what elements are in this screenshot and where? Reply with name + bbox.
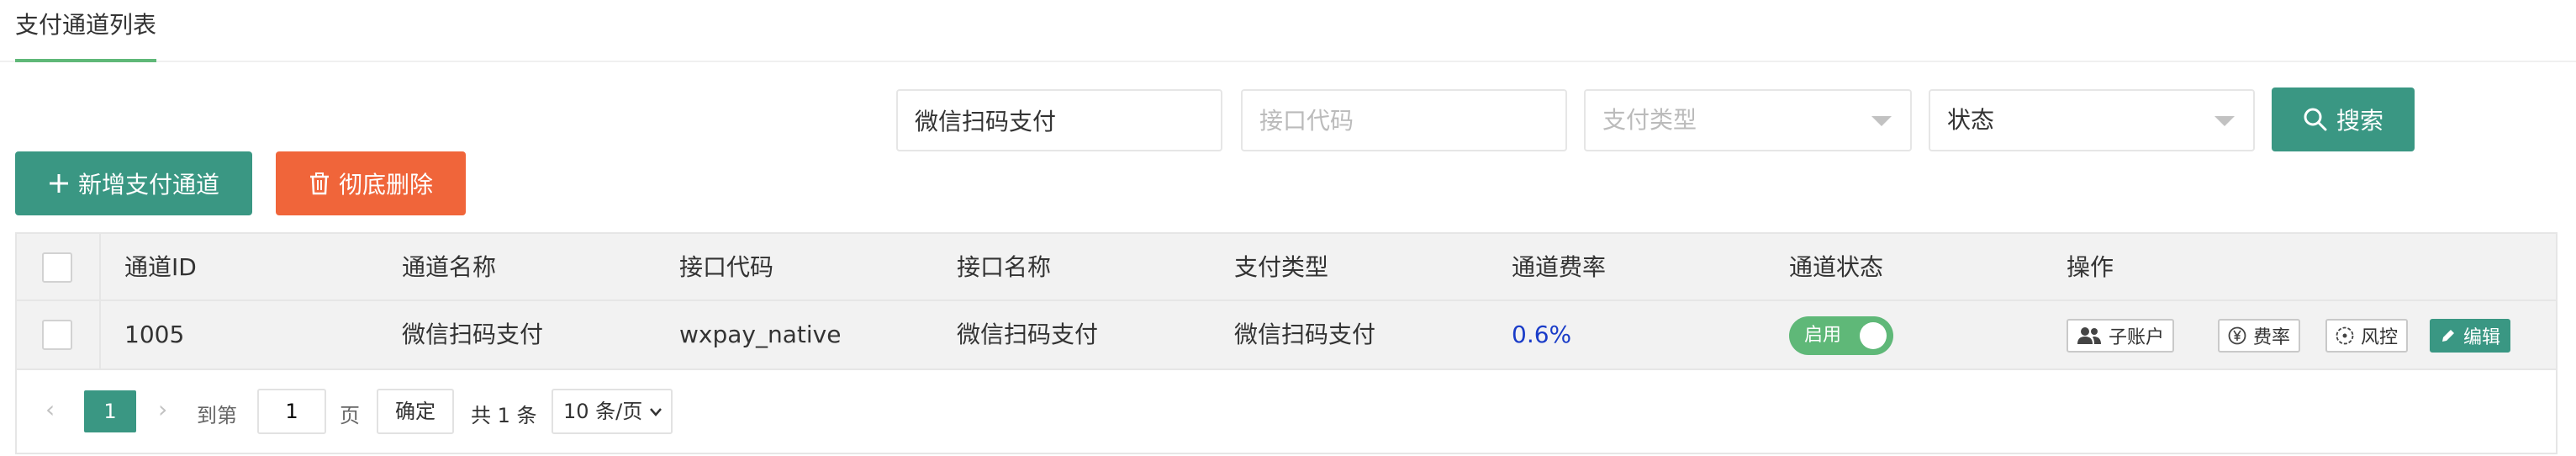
active-tab-indicator [15, 59, 156, 62]
risk-control-button[interactable]: 风控 [2325, 319, 2409, 353]
status-select-value: 状态 [1947, 106, 1995, 134]
page-unit: 页 [340, 404, 360, 427]
column-header-name: 通道名称 [402, 253, 497, 281]
cell-rate: 0.6% [1512, 321, 1572, 348]
page-tabs: 支付通道列表 [0, 0, 2576, 62]
column-header-status: 通道状态 [1789, 253, 1884, 281]
status-select[interactable]: 状态 [1929, 89, 2255, 151]
edit-label: 编辑 [2463, 327, 2501, 348]
channel-name-input[interactable] [915, 91, 1204, 150]
risk-control-label: 风控 [2361, 327, 2399, 348]
fee-label: 费率 [2253, 327, 2291, 348]
toggle-knob [1860, 322, 1887, 349]
total-count: 共 1 条 [471, 404, 537, 427]
column-header-rate: 通道费率 [1512, 253, 1607, 281]
edit-button[interactable]: 编辑 [2430, 319, 2511, 353]
search-icon [2304, 108, 2327, 131]
add-channel-label: 新增支付通道 [77, 171, 219, 199]
add-channel-button[interactable]: 新增支付通道 [15, 151, 252, 215]
channel-name-field[interactable] [896, 89, 1222, 151]
goto-label: 到第 [197, 404, 237, 427]
sub-account-label: 子账户 [2109, 327, 2165, 348]
chevron-down-icon [650, 408, 662, 416]
sub-account-button[interactable]: 子账户 [2067, 319, 2175, 353]
confirm-label: 确定 [395, 400, 435, 423]
search-button-label: 搜索 [2336, 107, 2383, 135]
select-all-checkbox[interactable] [42, 252, 72, 283]
page-tab-title[interactable]: 支付通道列表 [15, 0, 156, 62]
page-size-select[interactable]: 10 条/页 [552, 389, 673, 434]
interface-code-field[interactable] [1241, 89, 1567, 151]
delete-label: 彻底删除 [338, 171, 433, 199]
table-header: 通道ID 通道名称 接口代码 接口名称 支付类型 通道费率 通道状态 操作 [17, 234, 2556, 301]
fee-button[interactable]: 费率 [2218, 319, 2301, 353]
status-toggle[interactable]: 启用 [1789, 316, 1893, 355]
yen-icon [2228, 326, 2246, 345]
cell-name: 微信扫码支付 [402, 321, 544, 348]
chevron-down-icon [1871, 116, 1892, 126]
pagination: ‹ 1 › 到第 页 确定 共 1 条 10 条/页 [15, 370, 2558, 454]
goto-page-input[interactable] [267, 390, 316, 432]
row-checkbox[interactable] [42, 320, 72, 350]
column-header-pay-type: 支付类型 [1234, 253, 1329, 281]
trash-icon [309, 172, 329, 195]
column-header-iface-name: 接口名称 [957, 253, 1052, 281]
pay-type-select[interactable]: 支付类型 [1584, 89, 1912, 151]
chevron-down-icon [2214, 116, 2235, 126]
confirm-button[interactable]: 确定 [377, 389, 454, 434]
cell-code: wxpay_native [679, 321, 842, 348]
goto-page-field[interactable] [257, 389, 326, 434]
search-button[interactable]: 搜索 [2272, 87, 2415, 151]
pencil-icon [2442, 330, 2454, 342]
interface-code-input[interactable] [1259, 91, 1549, 150]
column-header-ops: 操作 [2067, 253, 2114, 281]
row-select-cell [17, 301, 101, 369]
current-page[interactable]: 1 [84, 390, 136, 432]
cell-pay-type: 微信扫码支付 [1234, 321, 1376, 348]
cell-id: 1005 [124, 321, 185, 348]
page-size-value: 10 条/页 [563, 400, 643, 423]
channel-table: 通道ID 通道名称 接口代码 接口名称 支付类型 通道费率 通道状态 操作 10… [15, 232, 2558, 370]
next-page-icon[interactable]: › [158, 395, 167, 423]
column-header-code: 接口代码 [679, 253, 774, 281]
users-icon [2077, 327, 2101, 344]
column-header-id: 通道ID [124, 253, 197, 281]
table-row: 1005 微信扫码支付 wxpay_native 微信扫码支付 微信扫码支付 0… [17, 301, 2556, 369]
risk-icon [2336, 326, 2354, 345]
pay-type-placeholder: 支付类型 [1602, 106, 1697, 134]
delete-button[interactable]: 彻底删除 [276, 151, 466, 215]
cell-iface-name: 微信扫码支付 [957, 321, 1099, 348]
status-toggle-label: 启用 [1804, 325, 1842, 346]
app: 支付通道列表 支付类型 状态 搜索 新增支付通道 [0, 0, 2576, 456]
prev-page-icon[interactable]: ‹ [45, 395, 55, 423]
plus-icon [49, 174, 68, 193]
select-all-cell [17, 234, 101, 301]
